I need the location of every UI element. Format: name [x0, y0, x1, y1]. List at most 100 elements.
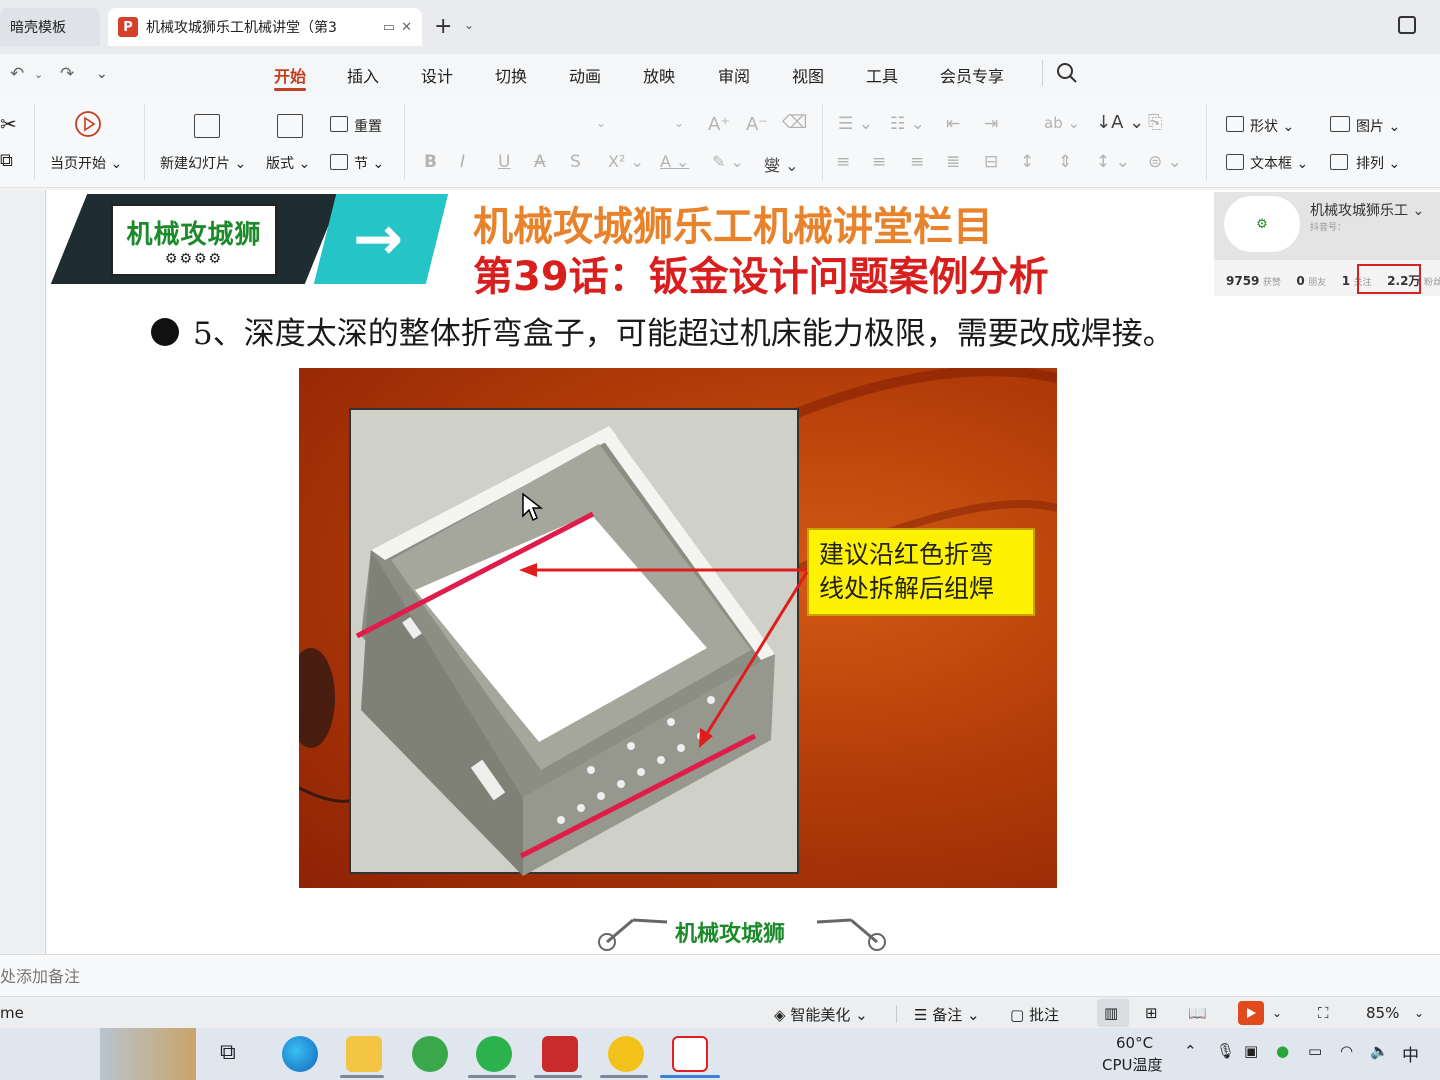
- zoom-level[interactable]: 85%: [1366, 1004, 1399, 1022]
- superscript-icon[interactable]: X² ⌄: [608, 152, 644, 171]
- undo-icon[interactable]: ↶: [10, 64, 24, 84]
- tab-presentation[interactable]: P 机械攻城狮乐工机械讲堂（第3 ▭ ✕: [108, 8, 422, 46]
- layout-icon[interactable]: [277, 114, 303, 138]
- menu-animation[interactable]: 动画: [569, 63, 601, 87]
- align-center-icon[interactable]: ≡: [872, 152, 886, 172]
- play-from-current-icon[interactable]: [74, 110, 102, 138]
- solidworks-icon[interactable]: [542, 1036, 578, 1072]
- paragraph-spacing-icon[interactable]: ⇕: [1058, 152, 1072, 172]
- arrange-button[interactable]: 排列 ⌄: [1356, 153, 1400, 173]
- battery-icon[interactable]: ▭: [1308, 1042, 1322, 1060]
- tab-template[interactable]: 暗壳模板: [0, 8, 100, 46]
- decrease-indent-icon[interactable]: ⇤: [946, 114, 960, 134]
- align-right-icon[interactable]: ≡: [910, 152, 924, 172]
- menu-member[interactable]: 会员专享: [940, 63, 1004, 87]
- font-color-icon[interactable]: A ⌄: [660, 152, 689, 171]
- file-explorer-icon[interactable]: [346, 1036, 382, 1072]
- smart-beautify-button[interactable]: ◈ 智能美化 ⌄: [774, 1004, 868, 1025]
- monitor-icon[interactable]: ▭: [383, 20, 395, 35]
- new-slide-icon[interactable]: [194, 114, 220, 138]
- wifi-icon[interactable]: ◠: [1340, 1042, 1353, 1060]
- notes-placeholder[interactable]: 处添加备注: [0, 963, 80, 987]
- bullet-list-icon[interactable]: ☰ ⌄: [838, 114, 873, 134]
- menu-review[interactable]: 审阅: [718, 63, 750, 87]
- shape-icon[interactable]: [1226, 116, 1244, 132]
- columns-icon[interactable]: ↕ ⌄: [1096, 152, 1130, 172]
- reset-button[interactable]: 重置: [354, 116, 382, 136]
- ie-browser-icon[interactable]: [412, 1036, 448, 1072]
- menu-transition[interactable]: 切换: [495, 63, 527, 87]
- menu-tools[interactable]: 工具: [866, 63, 898, 87]
- slide-picture[interactable]: 建议沿红色折弯 线处拆解后组焊: [299, 368, 1057, 888]
- menu-insert[interactable]: 插入: [347, 63, 379, 87]
- play-dropdown-icon[interactable]: ⌄: [1272, 1006, 1282, 1020]
- decrease-font-icon[interactable]: A⁻: [746, 114, 768, 135]
- underline-icon[interactable]: U: [498, 152, 510, 172]
- layout-button[interactable]: 版式 ⌄: [266, 153, 310, 173]
- new-slide-button[interactable]: 新建幻灯片 ⌄: [160, 153, 246, 173]
- ime-indicator[interactable]: 中: [1402, 1041, 1419, 1066]
- picture-button[interactable]: 图片 ⌄: [1356, 116, 1400, 136]
- align-left-icon[interactable]: ≡: [836, 152, 850, 172]
- menu-home[interactable]: 开始: [274, 63, 306, 87]
- notes-toggle-button[interactable]: ☰ 备注 ⌄: [914, 1004, 980, 1025]
- wps-office-icon[interactable]: [672, 1036, 708, 1072]
- new-tab-button[interactable]: +: [434, 14, 452, 39]
- shape-button[interactable]: 形状 ⌄: [1250, 116, 1294, 136]
- font-size-dropdown-icon[interactable]: ⌄: [674, 116, 684, 130]
- text-align-vertical-icon[interactable]: ⊜ ⌄: [1148, 152, 1182, 172]
- normal-view-icon[interactable]: ▥: [1104, 1004, 1118, 1022]
- tab-list-chevron-icon[interactable]: ⌄: [464, 18, 474, 32]
- fit-window-icon[interactable]: ⛶: [1318, 1004, 1329, 1022]
- quick-access-more-icon[interactable]: ⌄: [96, 66, 108, 82]
- microphone-icon[interactable]: 🎙: [1216, 1042, 1235, 1060]
- textbox-icon[interactable]: [1226, 154, 1244, 170]
- justify-icon[interactable]: ≣: [946, 152, 960, 172]
- slide-canvas[interactable]: 机械攻城狮 ⚙⚙⚙⚙ → 机械攻城狮乐工机械讲堂栏目 第39话：钣金设计问题案例…: [47, 190, 1440, 954]
- taskbar-widget-thumbnail[interactable]: [100, 1028, 196, 1080]
- reading-view-icon[interactable]: 📖: [1188, 1004, 1207, 1022]
- section-button[interactable]: 节 ⌄: [354, 153, 384, 173]
- font-family-dropdown-icon[interactable]: ⌄: [596, 116, 606, 130]
- slide-thumbnail-pane[interactable]: [0, 190, 46, 954]
- kuaishou-icon[interactable]: [608, 1036, 644, 1072]
- wechat-icon[interactable]: [476, 1036, 512, 1072]
- display-icon[interactable]: ▣: [1244, 1042, 1258, 1060]
- bold-icon[interactable]: B: [424, 152, 437, 172]
- numbered-list-icon[interactable]: ☷ ⌄: [890, 114, 925, 134]
- line-spacing-icon[interactable]: ↕: [1020, 152, 1034, 172]
- section-icon[interactable]: [330, 154, 348, 170]
- picture-icon[interactable]: [1330, 116, 1350, 132]
- text-direction-icon[interactable]: ab ⌄: [1044, 114, 1080, 132]
- undo-dropdown-icon[interactable]: ⌄: [34, 68, 43, 81]
- clear-format-icon[interactable]: ⌫: [782, 112, 807, 133]
- increase-font-icon[interactable]: A⁺: [708, 114, 730, 135]
- task-view-icon[interactable]: ⧉: [220, 1040, 236, 1065]
- cut-icon[interactable]: ✂: [0, 112, 17, 136]
- menu-view[interactable]: 视图: [792, 63, 824, 87]
- restore-window-icon[interactable]: [1398, 16, 1416, 34]
- textbox-button[interactable]: 文本框 ⌄: [1250, 153, 1308, 173]
- security-icon[interactable]: ●: [1276, 1042, 1289, 1060]
- volume-icon[interactable]: 🔈: [1370, 1042, 1389, 1060]
- reset-icon[interactable]: [330, 116, 348, 132]
- close-tab-icon[interactable]: ✕: [401, 20, 412, 35]
- italic-icon[interactable]: I: [460, 152, 465, 172]
- edge-browser-icon[interactable]: [282, 1036, 318, 1072]
- increase-indent-icon[interactable]: ⇥: [984, 114, 998, 134]
- distribute-icon[interactable]: ⊟: [984, 152, 998, 172]
- menu-slideshow[interactable]: 放映: [643, 63, 675, 87]
- comment-button[interactable]: ▢ 批注: [1010, 1004, 1059, 1025]
- menu-design[interactable]: 设计: [421, 63, 453, 87]
- search-icon[interactable]: [1056, 62, 1078, 84]
- convert-icon[interactable]: ⎘: [1148, 112, 1162, 133]
- tray-overflow-icon[interactable]: ⌃: [1184, 1042, 1197, 1060]
- zoom-dropdown-icon[interactable]: ⌄: [1414, 1006, 1424, 1020]
- shadow-icon[interactable]: S: [570, 152, 581, 172]
- redo-icon[interactable]: ↷: [60, 64, 74, 84]
- highlight-icon[interactable]: ✎ ⌄: [712, 152, 744, 171]
- play-from-current-button[interactable]: 当页开始 ⌄: [50, 153, 122, 173]
- copy-icon[interactable]: ⧉: [0, 150, 13, 171]
- sort-icon[interactable]: ↓A ⌄: [1096, 112, 1144, 133]
- arrange-icon[interactable]: [1330, 154, 1348, 170]
